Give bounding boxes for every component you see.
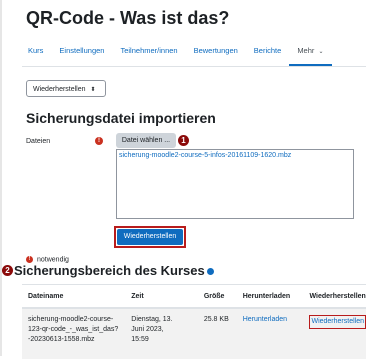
- select-arrows-icon: ⬍: [90, 87, 96, 93]
- time-line: 15:59: [131, 336, 149, 343]
- column-header-download: Herunterladen: [236, 284, 304, 309]
- backup-area-heading: Sicherungsbereich des Kurses: [14, 263, 214, 278]
- tabs-divider: [22, 66, 366, 67]
- filename-line: -20230613-1558.mbz: [28, 336, 95, 343]
- selected-file-link[interactable]: sicherung-moodle2-course-5-infos-2016110…: [119, 152, 291, 159]
- download-link[interactable]: Herunterladen: [243, 316, 287, 323]
- filename-line: sicherung-moodle2-course-: [28, 316, 114, 323]
- choose-file-button[interactable]: Datei wählen ...: [116, 133, 176, 148]
- tab-label: Berichte: [253, 46, 282, 55]
- backup-files-table: Dateiname Zeit Größe Herunterladen Wiede…: [22, 284, 366, 359]
- filename-line: 123-qr-code_-_was_ist_das?: [28, 326, 119, 333]
- files-label: Dateien: [26, 138, 51, 145]
- tab-label: Bewertungen: [193, 46, 238, 55]
- table-header-row: Dateiname Zeit Größe Herunterladen Wiede…: [22, 284, 366, 309]
- tab-label: Mehr: [297, 46, 315, 55]
- tab-mehr[interactable]: Mehr ⌄: [289, 40, 332, 66]
- tab-label: Teilnehmer/innen: [120, 46, 178, 55]
- action-select[interactable]: Wiederherstellen ⬍: [26, 80, 106, 97]
- import-heading: Sicherungsdatei importieren: [26, 110, 216, 126]
- time-line: Juni 2023,: [131, 326, 164, 333]
- callout-badge-2: 2: [2, 265, 13, 276]
- restore-link[interactable]: Wiederherstellen: [309, 315, 366, 329]
- column-header-size: Größe: [197, 284, 237, 309]
- tab-kurs[interactable]: Kurs: [20, 40, 51, 66]
- time-line: Dienstag, 13.: [131, 316, 173, 323]
- action-select-value: Wiederherstellen: [33, 86, 86, 93]
- cell-restore: Wiederherstellen: [303, 308, 366, 359]
- table-row: sicherung-moodle2-course- 123-qr-code_-_…: [22, 308, 366, 359]
- callout-badge-1: 1: [178, 135, 189, 146]
- column-header-restore: Wiederherstellen: [303, 284, 366, 309]
- tab-label: Einstellungen: [59, 46, 105, 55]
- secondary-navigation: Kurs Einstellungen Teilnehmer/innen Bewe…: [20, 40, 332, 66]
- tab-einstellungen[interactable]: Einstellungen: [51, 40, 112, 66]
- cell-time: Dienstag, 13. Juni 2023, 15:59: [125, 308, 198, 359]
- cell-size: 25.8 KB: [197, 308, 237, 359]
- tab-label: Kurs: [28, 46, 44, 55]
- help-icon[interactable]: [206, 268, 214, 276]
- required-icon: !: [26, 256, 33, 263]
- page-title: QR-Code - Was ist das?: [26, 8, 230, 28]
- required-icon: !: [95, 137, 103, 145]
- file-drop-area[interactable]: sicherung-moodle2-course-5-infos-2016110…: [116, 149, 354, 219]
- backup-area-heading-text: Sicherungsbereich des Kurses: [14, 263, 205, 278]
- tab-bewertungen[interactable]: Bewertungen: [186, 40, 246, 66]
- restore-button[interactable]: Wiederherstellen: [117, 229, 183, 245]
- tab-teilnehmer[interactable]: Teilnehmer/innen: [112, 40, 185, 66]
- column-header-filename: Dateiname: [22, 284, 126, 309]
- cell-download: Herunterladen: [236, 308, 304, 359]
- tab-berichte[interactable]: Berichte: [246, 40, 290, 66]
- restore-button-highlight: Wiederherstellen: [114, 226, 186, 248]
- cell-filename: sicherung-moodle2-course- 123-qr-code_-_…: [22, 308, 126, 359]
- chevron-down-icon: ⌄: [318, 49, 324, 55]
- column-header-time: Zeit: [125, 284, 198, 309]
